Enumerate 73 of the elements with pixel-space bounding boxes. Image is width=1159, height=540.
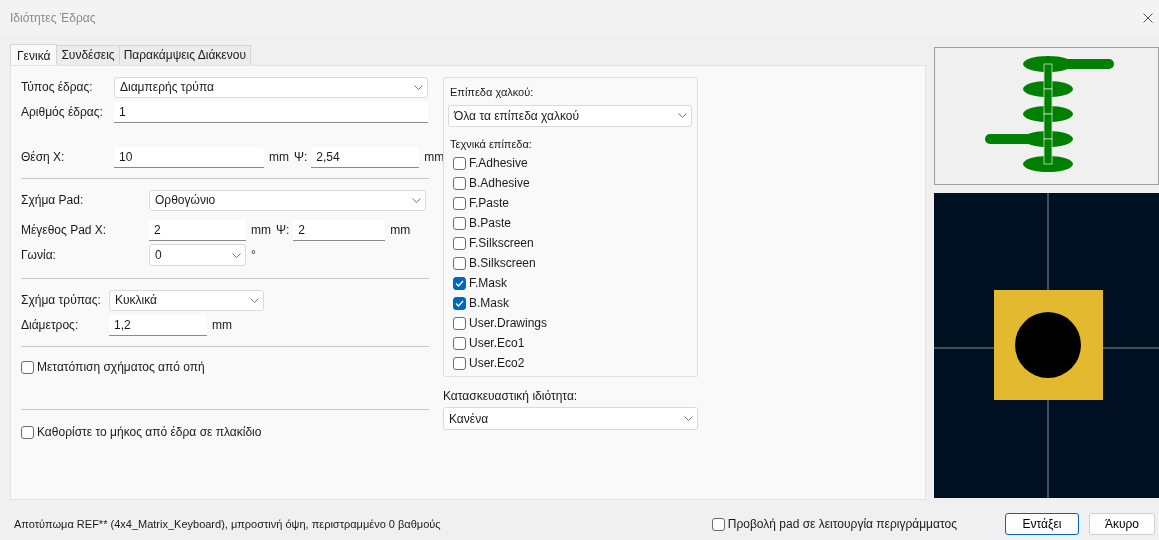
close-icon[interactable] <box>1143 12 1153 23</box>
unit-label: mm <box>423 149 446 166</box>
dropdown[interactable]: 0 <box>149 244 246 266</box>
checkbox[interactable] <box>453 296 466 310</box>
field-label: Γωνία: <box>21 247 57 264</box>
checkbox[interactable] <box>21 425 34 439</box>
dropdown[interactable]: Διαμπερής τρύπα <box>114 76 428 98</box>
unit-label: ° <box>250 247 257 264</box>
input-field[interactable]: 2,54 <box>311 146 420 168</box>
checkbox-label: F.Silkscreen <box>469 235 534 252</box>
caret-icon <box>678 113 687 118</box>
group-label: Επίπεδα χαλκού: <box>449 85 535 100</box>
checkbox-label: User.Drawings <box>469 315 548 332</box>
caret-icon <box>684 416 693 421</box>
caret-icon <box>250 297 259 303</box>
input-field[interactable]: 1 <box>114 101 428 123</box>
field-label: Ψ: <box>294 149 308 166</box>
dropdown[interactable]: Κυκλικά <box>109 289 264 311</box>
checkbox[interactable] <box>453 256 466 270</box>
checkbox[interactable] <box>453 156 466 170</box>
tab[interactable]: Παρακάμψεις Διάκενου <box>118 45 251 65</box>
checkbox-label: Μετατόπιση σχήματος από οπή <box>37 359 205 376</box>
checkbox-label: B.Silkscreen <box>469 255 536 272</box>
checkbox[interactable] <box>453 236 466 250</box>
checkbox-label: B.Mask <box>469 295 509 312</box>
field-label: Ψ: <box>276 222 290 239</box>
dropdown[interactable]: Όλα τα επίπεδα χαλκού <box>448 104 692 127</box>
tab[interactable]: Συνδέσεις <box>56 45 120 65</box>
dialog-button[interactable]: Άκυρο <box>1089 513 1155 535</box>
dialog-button[interactable]: Εντάξει <box>1005 513 1079 535</box>
checkbox-label: User.Eco1 <box>469 335 525 352</box>
checkbox[interactable] <box>711 517 725 531</box>
caret-icon <box>412 197 421 203</box>
checkbox-label: B.Adhesive <box>469 175 530 192</box>
checkbox[interactable] <box>453 336 466 350</box>
checkbox-label: Προβολή pad σε λειτουργία περιγράμματος <box>727 516 957 533</box>
caret-icon <box>232 252 241 258</box>
dropdown[interactable]: Ορθογώνιο <box>149 189 426 211</box>
window-title: Ιδιότητες Έδρας <box>10 9 96 27</box>
field-label: Διάμετρος: <box>21 317 80 334</box>
input-field[interactable]: 2 <box>149 219 246 241</box>
field-label: Μέγεθος Pad X: <box>21 222 108 239</box>
field-label: Κατασκευαστική ιδιότητα: <box>443 388 579 405</box>
checkbox-label: F.Paste <box>469 195 510 212</box>
checkbox[interactable] <box>453 316 466 330</box>
checkbox[interactable] <box>453 356 466 370</box>
checkbox-label: User.Eco2 <box>469 355 525 372</box>
unit-label: mm <box>389 222 412 239</box>
checkbox-label: Καθορίστε το μήκος από έδρα σε πλακίδιο <box>37 424 262 441</box>
checkbox[interactable] <box>453 176 466 190</box>
unit-label: mm <box>211 317 233 334</box>
input-field[interactable]: 10 <box>114 146 264 168</box>
status-text: Αποτύπωμα REF** (4x4_Matrix_Keyboard), μπροστινή όψη, περιστραμμένο 0 βαθμούς <box>14 516 442 532</box>
field-label: Σχήμα τρύπας: <box>21 292 102 309</box>
caret-icon <box>414 84 423 90</box>
checkbox[interactable] <box>453 276 466 290</box>
field-label: Αριθμός έδρας: <box>21 104 104 121</box>
checkbox[interactable] <box>21 360 34 374</box>
checkbox-label: F.Adhesive <box>469 155 528 172</box>
unit-label: mm <box>250 222 272 239</box>
checkbox-label: F.Mask <box>469 275 507 292</box>
input-field[interactable]: 2 <box>293 219 386 241</box>
unit-label: mm <box>268 149 290 166</box>
input-field[interactable]: 1,2 <box>109 314 207 336</box>
field-label: Θέση X: <box>21 149 66 166</box>
tab[interactable]: Γενικά <box>10 44 58 65</box>
field-label: Τύπος έδρας: <box>21 79 94 96</box>
checkbox[interactable] <box>453 216 466 230</box>
field-label: Σχήμα Pad: <box>21 192 85 209</box>
dropdown[interactable]: Κανένα <box>443 407 698 430</box>
group-label: Τεχνικά επίπεδα: <box>449 136 533 152</box>
checkbox[interactable] <box>453 196 466 210</box>
checkbox-label: B.Paste <box>469 215 512 232</box>
